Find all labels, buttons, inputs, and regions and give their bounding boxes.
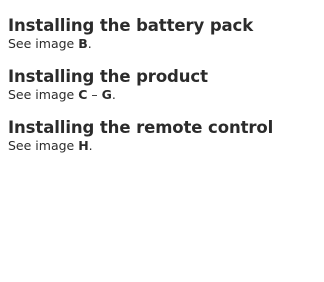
section-remote-control: Installing the remote control See image …	[8, 117, 318, 153]
section-title: Installing the battery pack	[8, 16, 254, 35]
image-ref-start: B	[78, 36, 88, 51]
ref-separator: –	[87, 87, 102, 102]
image-ref-start: C	[78, 87, 88, 102]
section-battery-pack: Installing the battery pack See image B.	[8, 15, 318, 51]
desc-suffix: .	[87, 36, 92, 51]
desc-suffix: .	[111, 87, 116, 102]
desc-prefix: See image	[8, 36, 79, 51]
section-description: See image C – G.	[8, 87, 318, 102]
image-ref-end: G	[101, 87, 112, 102]
section-product: Installing the product See image C – G.	[8, 66, 318, 102]
section-title: Installing the product	[8, 67, 208, 86]
document-content: Installing the battery pack See image B.…	[8, 15, 318, 168]
desc-prefix: See image	[8, 138, 79, 153]
section-title: Installing the remote control	[8, 118, 274, 137]
section-description: See image B.	[8, 36, 318, 51]
section-description: See image H.	[8, 138, 318, 153]
desc-prefix: See image	[8, 87, 79, 102]
desc-suffix: .	[88, 138, 93, 153]
image-ref-start: H	[78, 138, 89, 153]
